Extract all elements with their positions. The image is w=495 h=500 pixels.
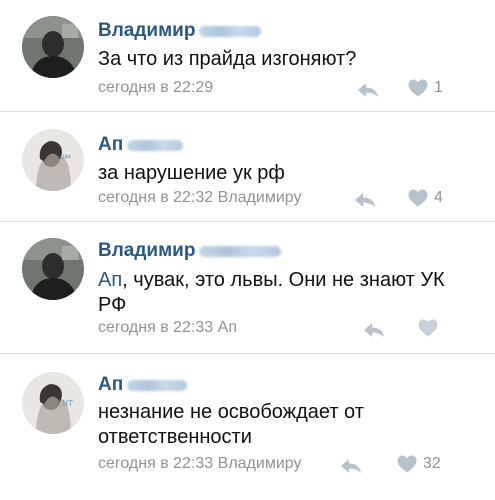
svg-text:ом: ом	[60, 152, 71, 161]
redacted-surname	[199, 245, 282, 257]
heart-icon	[397, 455, 417, 473]
author-name[interactable]: Ап	[98, 134, 123, 156]
avatar[interactable]: ом	[22, 129, 84, 191]
redacted-surname	[127, 379, 188, 391]
like-count: 1	[434, 79, 443, 96]
comments-feed: Владимир За что из прайда изгоняют? сего…	[0, 0, 495, 500]
avatar-photo-icon: NT	[22, 372, 84, 434]
comment-meta[interactable]: сегодня в 22:32 Владимиру	[98, 189, 301, 207]
author-row: Владимир	[98, 238, 282, 264]
svg-text:NT: NT	[62, 399, 73, 408]
author-row: Ап	[98, 372, 188, 398]
redacted-surname	[127, 139, 184, 151]
like-button[interactable]: 1	[408, 78, 443, 98]
like-count: 4	[434, 189, 443, 206]
like-button[interactable]	[418, 318, 444, 338]
avatar-photo-icon: ом	[22, 129, 84, 191]
heart-icon	[408, 79, 428, 97]
reply-icon[interactable]	[340, 458, 362, 474]
comment-meta[interactable]: сегодня в 22:29	[98, 79, 213, 97]
avatar-photo-icon	[22, 238, 84, 300]
like-count: 32	[423, 455, 441, 472]
heart-icon	[418, 319, 438, 337]
comment-item: ом Ап за нарушение ук рф сегодня в 22:32…	[0, 112, 495, 222]
comment-meta[interactable]: сегодня в 22:33 Владимиру	[98, 455, 301, 473]
heart-icon	[408, 189, 428, 207]
comment-item: Владимир За что из прайда изгоняют? сего…	[0, 0, 495, 112]
comment-text: незнание не освобождает от ответственнос…	[98, 401, 364, 448]
avatar[interactable]	[22, 238, 84, 300]
comment-text-body: , чувак, это львы. Они не знают УК РФ	[98, 269, 445, 316]
comment-meta[interactable]: сегодня в 22:33 Ап	[98, 319, 237, 337]
avatar[interactable]	[22, 16, 84, 78]
like-button[interactable]: 32	[397, 454, 441, 474]
comment-item: NT Ап незнание не освобождает от ответст…	[0, 354, 495, 500]
mention-link[interactable]: Ап	[98, 269, 122, 291]
avatar[interactable]: NT	[22, 372, 84, 434]
comment-text: за нарушение ук рф	[98, 162, 285, 184]
comment-text: За что из прайда изгоняют?	[98, 48, 357, 70]
comment-text: Ап, чувак, это львы. Они не знают УК РФ	[98, 268, 458, 318]
author-row: Ап	[98, 132, 184, 158]
author-name[interactable]: Владимир	[98, 240, 195, 262]
comment-item: Владимир Ап, чувак, это львы. Они не зна…	[0, 222, 495, 354]
reply-icon[interactable]	[357, 82, 379, 98]
reply-icon[interactable]	[363, 322, 385, 338]
avatar-photo-icon	[22, 16, 84, 78]
like-button[interactable]: 4	[408, 188, 443, 208]
author-name[interactable]: Владимир	[98, 20, 195, 42]
author-name[interactable]: Ап	[98, 374, 123, 396]
author-row: Владимир	[98, 18, 262, 44]
reply-icon[interactable]	[354, 192, 376, 208]
redacted-surname	[199, 25, 262, 37]
